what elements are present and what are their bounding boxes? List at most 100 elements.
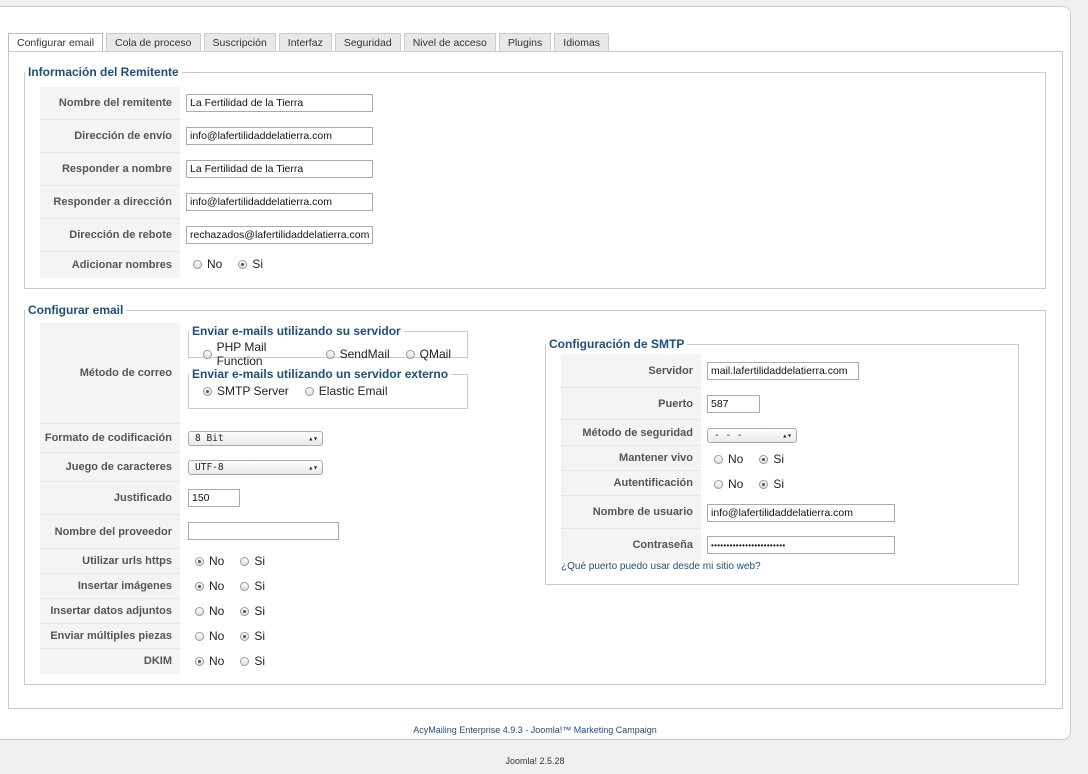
- tab-seguridad[interactable]: Seguridad: [334, 33, 401, 52]
- https-yes-radio[interactable]: [240, 556, 250, 566]
- keepalive-yes-option[interactable]: Si: [759, 452, 784, 466]
- email-config-legend: Configurar email: [28, 303, 124, 317]
- port-help-link[interactable]: ¿Qué puerto puedo usar desde mi sitio we…: [561, 561, 761, 572]
- auth-label: Autentificación: [561, 471, 701, 496]
- images-no-radio[interactable]: [195, 581, 204, 591]
- bounce-address-input[interactable]: [186, 226, 373, 244]
- smtp-legend: Configuración de SMTP: [549, 337, 685, 351]
- keepalive-no-radio[interactable]: [714, 454, 723, 464]
- attachments-yes-option[interactable]: Si: [240, 604, 265, 618]
- dkim-no-option[interactable]: No: [195, 654, 224, 668]
- footer-version: Joomla! 2.5.28: [505, 756, 565, 766]
- username-input[interactable]: [707, 504, 895, 522]
- tab-configurar-email[interactable]: Configurar email: [8, 33, 104, 53]
- https-no-radio[interactable]: [195, 556, 204, 566]
- mail-method-label: Método de correo: [40, 323, 180, 424]
- sendmail-radio[interactable]: [325, 349, 335, 359]
- smtp-server-option[interactable]: SMTP Server: [203, 384, 289, 398]
- own-server-options: PHP Mail Function SendMail QMail: [203, 340, 467, 368]
- tab-nivel-de-acceso[interactable]: Nivel de acceso: [403, 33, 496, 52]
- main-container: Configurar email Cola de proceso Suscrip…: [0, 6, 1071, 740]
- keepalive-no-option[interactable]: No: [714, 452, 743, 466]
- own-server-legend: Enviar e-mails utilizando su servidor: [192, 324, 401, 338]
- add-names-radio-group: No Si: [193, 257, 279, 271]
- tab-bar: Configurar email Cola de proceso Suscrip…: [8, 33, 612, 53]
- smtp-port-input[interactable]: [707, 395, 760, 413]
- add-names-yes-option[interactable]: Si: [238, 257, 263, 271]
- sender-address-label: Dirección de envío: [40, 120, 180, 153]
- elastic-email-option[interactable]: Elastic Email: [304, 384, 387, 398]
- justify-input[interactable]: [188, 489, 240, 507]
- attachments-radio-group: No Si: [195, 604, 281, 618]
- username-label: Nombre de usuario: [561, 496, 701, 529]
- reply-name-input[interactable]: [186, 160, 373, 178]
- attachments-no-radio[interactable]: [195, 606, 204, 616]
- images-yes-option[interactable]: Si: [240, 579, 265, 593]
- tab-idiomas[interactable]: Idiomas: [554, 33, 610, 52]
- sender-info-legend: Información del Remitente: [28, 65, 179, 79]
- password-input[interactable]: [707, 536, 895, 554]
- charset-select[interactable]: UTF-8 ▴▾: [188, 460, 323, 475]
- add-names-yes-radio[interactable]: [238, 259, 248, 269]
- reply-address-input[interactable]: [186, 193, 373, 211]
- attachments-label: Insertar datos adjuntos: [40, 599, 180, 624]
- images-yes-radio[interactable]: [240, 581, 250, 591]
- sender-name-input[interactable]: [186, 94, 373, 112]
- https-yes-option[interactable]: Si: [240, 554, 265, 568]
- security-method-select[interactable]: - - - ▴▾: [707, 428, 797, 443]
- smtp-server-radio[interactable]: [203, 386, 212, 396]
- php-mail-radio[interactable]: [203, 349, 212, 359]
- attachments-yes-radio[interactable]: [240, 606, 250, 616]
- smtp-fieldset: Configuración de SMTP Servidor Puerto Mé…: [545, 337, 1019, 585]
- dkim-yes-radio[interactable]: [240, 656, 250, 666]
- reply-name-label: Responder a nombre: [40, 153, 180, 186]
- auth-yes-option[interactable]: Si: [759, 477, 784, 491]
- multipart-yes-radio[interactable]: [240, 631, 250, 641]
- auth-no-radio[interactable]: [714, 479, 723, 489]
- php-mail-option[interactable]: PHP Mail Function: [203, 340, 310, 368]
- justify-label: Justificado: [40, 482, 180, 515]
- attachments-no-option[interactable]: No: [195, 604, 224, 618]
- dkim-label: DKIM: [40, 649, 180, 674]
- tab-interfaz[interactable]: Interfaz: [278, 33, 332, 52]
- add-names-label: Adicionar nombres: [40, 252, 180, 278]
- add-names-no-radio[interactable]: [193, 259, 202, 269]
- elastic-email-radio[interactable]: [304, 386, 314, 396]
- encoding-select[interactable]: 8 Bit ▴▾: [188, 431, 323, 446]
- qmail-radio[interactable]: [405, 349, 415, 359]
- tab-plugins[interactable]: Plugins: [498, 33, 552, 52]
- smtp-server-input[interactable]: [707, 362, 859, 380]
- email-config-fieldset: Configurar email Método de correo Enviar…: [24, 303, 1046, 685]
- encoding-label: Formato de codificación: [40, 424, 180, 453]
- multipart-radio-group: No Si: [195, 629, 281, 643]
- images-no-option[interactable]: No: [195, 579, 224, 593]
- tab-cola-de-proceso[interactable]: Cola de proceso: [106, 33, 201, 52]
- sendmail-option[interactable]: SendMail: [325, 347, 390, 361]
- https-no-option[interactable]: No: [195, 554, 224, 568]
- bounce-address-label: Dirección de rebote: [40, 219, 180, 252]
- auth-no-option[interactable]: No: [714, 477, 743, 491]
- external-server-options: SMTP Server Elastic Email: [203, 384, 403, 398]
- multipart-yes-option[interactable]: Si: [240, 629, 265, 643]
- select-arrow-icon: ▴▾: [782, 431, 792, 440]
- multipart-no-option[interactable]: No: [195, 629, 224, 643]
- tab-suscripcion[interactable]: Suscripción: [203, 33, 276, 52]
- provider-input[interactable]: [188, 522, 339, 540]
- charset-label: Juego de caracteres: [40, 453, 180, 482]
- multipart-no-radio[interactable]: [195, 631, 204, 641]
- qmail-option[interactable]: QMail: [405, 347, 451, 361]
- https-radio-group: No Si: [195, 554, 281, 568]
- footer-credit[interactable]: AcyMailing Enterprise 4.9.3 - Joomla!™ M…: [0, 725, 1070, 735]
- sender-address-input[interactable]: [186, 127, 373, 145]
- sender-info-fieldset: Información del Remitente Nombre del rem…: [24, 65, 1046, 289]
- multipart-label: Enviar múltiples piezas: [40, 624, 180, 649]
- dkim-no-radio[interactable]: [195, 656, 204, 666]
- auth-yes-radio[interactable]: [759, 479, 769, 489]
- keepalive-yes-radio[interactable]: [759, 454, 769, 464]
- password-label: Contraseña: [561, 529, 701, 561]
- add-names-no-option[interactable]: No: [193, 257, 222, 271]
- keepalive-label: Mantener vivo: [561, 446, 701, 471]
- dkim-yes-option[interactable]: Si: [240, 654, 265, 668]
- keepalive-radio-group: No Si: [714, 452, 800, 466]
- images-label: Insertar imágenes: [40, 574, 180, 599]
